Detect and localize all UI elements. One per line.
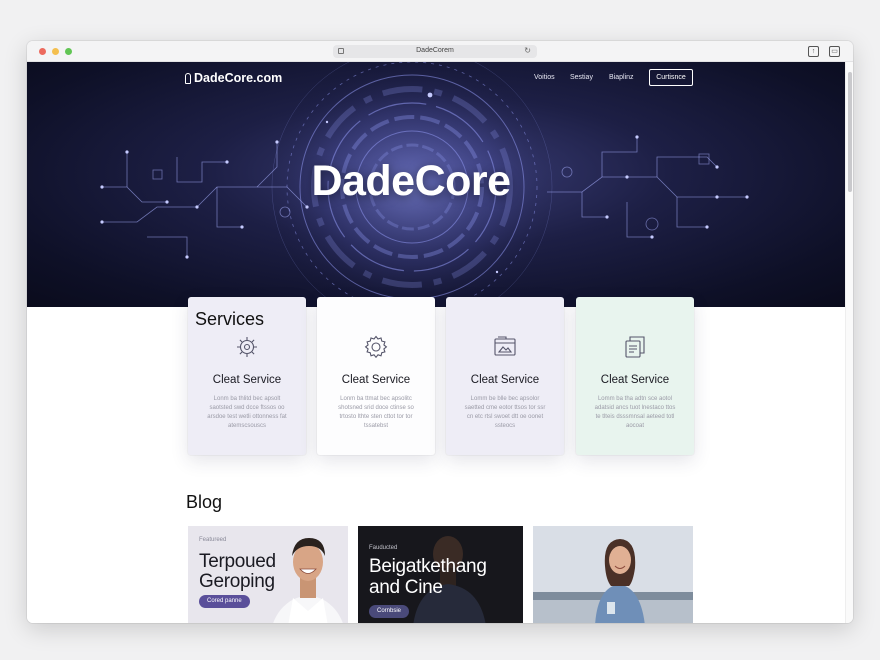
nav-link-sestiay[interactable]: Sestiay bbox=[570, 74, 593, 81]
logo-mark-icon bbox=[185, 72, 191, 84]
gear-icon bbox=[237, 337, 257, 357]
page-scrollbar[interactable] bbox=[845, 62, 853, 623]
hero-title: DadeCore bbox=[311, 157, 511, 205]
blog-card[interactable]: Fauducted Beigatkethang and Cine Cornbsi… bbox=[358, 526, 523, 623]
blog-heading: Blog bbox=[186, 492, 223, 512]
service-card[interactable]: Cleat Service Lomm be blle bec apsolor s… bbox=[446, 297, 564, 455]
browser-window: DadeCorem ↻ ↑ ▭ DadeCore.com Voitios Ses… bbox=[27, 41, 853, 623]
services-heading: Services bbox=[195, 309, 265, 329]
blog-card-tag: Featureed bbox=[199, 537, 227, 543]
minimize-window-button[interactable] bbox=[52, 48, 59, 55]
blog-card-headline-line1: Terpoued bbox=[199, 551, 276, 572]
nav-link-biaplinz[interactable]: Biaplinz bbox=[609, 74, 634, 81]
service-card-title: Cleat Service bbox=[600, 374, 670, 386]
service-card-title: Cleat Service bbox=[341, 374, 411, 386]
blog-card[interactable]: Featureed Terpoued Geroping Cored panne bbox=[188, 526, 348, 623]
web-page: DadeCore.com Voitios Sestiay Biaplinz Cu… bbox=[27, 62, 845, 623]
documents-icon bbox=[625, 336, 645, 358]
tabs-icon[interactable]: ▭ bbox=[829, 46, 840, 57]
site-logo[interactable]: DadeCore.com bbox=[185, 71, 282, 85]
address-text: DadeCorem bbox=[416, 47, 454, 54]
blog-photo-woman bbox=[533, 526, 693, 623]
service-card-title: Cleat Service bbox=[212, 374, 282, 386]
maximize-window-button[interactable] bbox=[65, 48, 72, 55]
reload-icon[interactable]: ↻ bbox=[524, 46, 531, 55]
blog-card-button[interactable]: Cornbsie bbox=[369, 605, 410, 618]
blog-card-headline-line1: Beigatkethang bbox=[369, 556, 487, 577]
address-bar[interactable]: DadeCorem ↻ bbox=[333, 45, 537, 58]
service-card-description: Lonm ba ttmat bec apsolitc shotsned srid… bbox=[338, 396, 414, 429]
nav-cta-button[interactable]: Curtisnce bbox=[649, 69, 693, 86]
service-card-title: Cleat Service bbox=[470, 374, 540, 386]
hero-banner: DadeCore.com Voitios Sestiay Biaplinz Cu… bbox=[27, 62, 845, 307]
service-card-description: Lonm ba thlitd bec apsolt saotsted swd d… bbox=[207, 396, 287, 429]
blog-card-tag: Fauducted bbox=[369, 545, 398, 551]
site-logo-text: DadeCore.com bbox=[194, 71, 283, 85]
blog-card[interactable] bbox=[533, 526, 693, 623]
title-bar: DadeCorem ↻ ↑ ▭ bbox=[27, 41, 853, 62]
blog-card-headline-line2: Geroping bbox=[199, 571, 275, 592]
service-card[interactable]: Cleat Service Lomm ba tha adtn sce aotol… bbox=[576, 297, 694, 455]
browser-window-icon bbox=[494, 336, 516, 356]
share-icon[interactable]: ↑ bbox=[808, 46, 819, 57]
scrollbar-thumb[interactable] bbox=[848, 72, 852, 192]
nav-link-voitios[interactable]: Voitios bbox=[534, 74, 555, 81]
close-window-button[interactable] bbox=[39, 48, 46, 55]
gear-icon bbox=[364, 335, 388, 359]
service-card-description: Lomm be blle bec apsolor saetted cme eot… bbox=[464, 396, 546, 429]
service-card-description: Lomm ba tha adtn sce aotol adatsid ancs … bbox=[594, 396, 676, 429]
service-card[interactable]: Cleat Service Lonm ba ttmat bec apsolitc… bbox=[317, 297, 435, 455]
blog-card-button[interactable]: Cored panne bbox=[199, 595, 250, 608]
blog-card-headline-line2: and Cine bbox=[369, 577, 443, 598]
